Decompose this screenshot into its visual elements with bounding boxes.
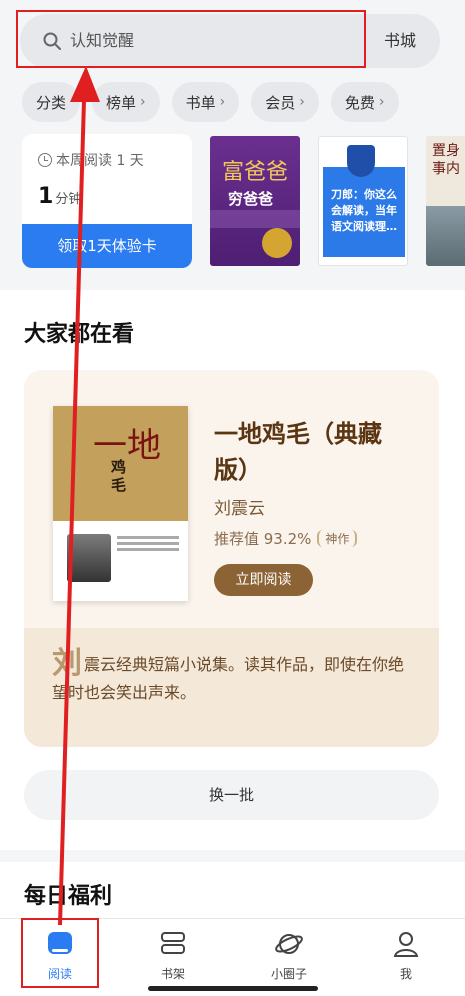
planet-icon bbox=[275, 934, 303, 954]
book-cover-rich-dad[interactable]: 富爸爸 穷爸爸 bbox=[210, 136, 300, 266]
tab-bookshelf[interactable]: 书架 bbox=[138, 929, 208, 982]
recommend-score: 推荐值 93.2% 神作 bbox=[214, 528, 358, 549]
featured-book-card[interactable]: 一地 鸡毛 一地鸡毛（典藏版） 刘震云 推荐值 93.2% 神作 立即阅读 刘震… bbox=[24, 370, 439, 747]
gold-seal-icon bbox=[262, 228, 292, 258]
daily-welfare-section: 每日福利 bbox=[0, 862, 465, 922]
home-indicator bbox=[148, 986, 318, 991]
featured-book-author: 刘震云 bbox=[214, 499, 265, 519]
bookshelf-icon bbox=[161, 932, 185, 954]
reading-minutes: 1 分钟 bbox=[38, 184, 82, 209]
weekly-reading-label: 本周阅读 1 天 bbox=[56, 153, 144, 169]
featured-book-title: 一地鸡毛（典藏版） bbox=[214, 419, 382, 484]
tab-me[interactable]: 我 bbox=[371, 929, 441, 982]
featured-book-description: 刘震云经典短篇小说集。读其作品，即使在你绝望时也会笑出声来。 bbox=[52, 646, 405, 703]
person-icon bbox=[393, 932, 419, 957]
tab-highlight-box bbox=[21, 918, 99, 988]
reading-stats-card[interactable]: 本周阅读 1 天 1 分钟 领取1天体验卡 bbox=[22, 134, 192, 268]
featured-book-cover[interactable]: 一地 鸡毛 bbox=[53, 406, 188, 601]
tab-circle[interactable]: 小圈子 bbox=[254, 929, 324, 982]
bookstore-button[interactable]: 书城 bbox=[384, 30, 416, 52]
main-content: 大家都在看 一地 鸡毛 一地鸡毛（典藏版） 刘震云 推荐值 93.2% 神作 立… bbox=[0, 290, 465, 850]
clock-icon bbox=[38, 153, 52, 167]
author-portrait bbox=[67, 534, 111, 582]
claim-trial-card-button[interactable]: 领取1天体验卡 bbox=[22, 224, 192, 268]
chip-membership[interactable]: 会员 › bbox=[251, 82, 319, 122]
read-now-button[interactable]: 立即阅读 bbox=[214, 564, 313, 596]
book-cover-zhishenshinei[interactable]: 置身事内 bbox=[426, 136, 465, 266]
section-title: 每日福利 bbox=[24, 883, 113, 909]
refresh-batch-button[interactable]: 换一批 bbox=[24, 770, 439, 820]
laurel-badge: 神作 bbox=[317, 530, 358, 547]
search-highlight-box bbox=[16, 10, 366, 68]
chip-free[interactable]: 免费 › bbox=[330, 82, 399, 122]
chevron-right-icon: › bbox=[299, 94, 305, 110]
chip-ranking[interactable]: 榜单 › bbox=[92, 82, 160, 122]
category-chips: 分类 榜单 › 书单 › 会员 › 免费 › bbox=[22, 82, 399, 122]
section-title: 大家都在看 bbox=[24, 321, 135, 347]
chevron-right-icon: › bbox=[140, 94, 146, 110]
chip-booklist[interactable]: 书单 › bbox=[171, 82, 240, 122]
chevron-right-icon: › bbox=[378, 94, 385, 110]
chevron-right-icon: › bbox=[219, 94, 226, 110]
chip-category[interactable]: 分类 bbox=[22, 82, 81, 122]
book-cover-daolang[interactable]: 刀郎：你这么会解读，当年语文阅读理… bbox=[318, 136, 408, 266]
badge-icon bbox=[347, 145, 375, 177]
top-area: 认知觉醒 书城 分类 榜单 › 书单 › 会员 › 免费 › 本周阅读 1 天 1 分钟 … bbox=[0, 0, 465, 290]
